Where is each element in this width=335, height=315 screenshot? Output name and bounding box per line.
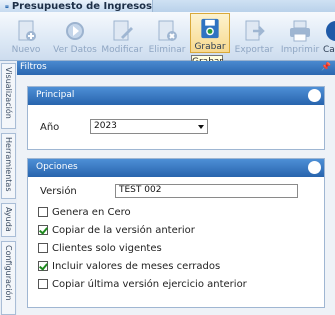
version-input[interactable]: TEST 002 [115, 184, 298, 198]
view-data-icon [66, 22, 84, 40]
filters-content: Principal Año 2023 Opciones Versión TEST… [17, 75, 335, 315]
principal-header[interactable]: Principal [28, 87, 324, 105]
tab-visualizacion[interactable]: Visualización [1, 63, 16, 129]
opciones-header[interactable]: Opciones [28, 159, 324, 177]
new-document-icon [18, 20, 36, 41]
delete-button[interactable]: Eliminar [147, 12, 187, 60]
tab-herramientas[interactable]: Herramientas [1, 133, 16, 199]
filters-title: Filtros [20, 62, 47, 72]
principal-title: Principal [36, 90, 75, 100]
checkbox[interactable] [38, 243, 48, 253]
view-data-button[interactable]: Ver Datos [52, 12, 98, 60]
title-bar: Presupuesto de Ingresos [0, 0, 335, 12]
new-button[interactable]: Nuevo [4, 12, 48, 60]
delete-icon [158, 20, 177, 41]
toolbar: Nuevo Ver Datos Modificar Eliminar Graba… [0, 12, 335, 61]
checkbox-clientes-vigentes[interactable]: Clientes solo vigentes [38, 241, 162, 255]
chevron-down-icon [198, 125, 204, 129]
year-select[interactable]: 2023 [90, 119, 208, 134]
print-button[interactable]: Imprimir [279, 12, 321, 60]
opciones-title: Opciones [36, 162, 78, 172]
window-tab[interactable]: Presupuesto de Ingresos [0, 0, 153, 12]
checkbox-incluir-cerrados[interactable]: Incluir valores de meses cerrados [38, 259, 220, 273]
year-value: 2023 [94, 121, 117, 131]
year-label: Año [40, 122, 60, 133]
checkbox-copiar-ultima[interactable]: Copiar última versión ejercicio anterior [38, 277, 247, 291]
cancel-button[interactable]: Ca [323, 12, 335, 60]
edit-icon [113, 20, 133, 41]
tab-ayuda[interactable]: Ayuda [1, 203, 16, 237]
modify-button[interactable]: Modificar [101, 12, 143, 60]
save-icon [201, 18, 219, 39]
checkbox-genera-cero[interactable]: Genera en Cero [38, 205, 131, 219]
principal-panel: Principal Año 2023 [27, 86, 325, 150]
checkbox[interactable] [38, 279, 48, 289]
cancel-icon [326, 21, 335, 41]
print-icon [290, 20, 310, 42]
save-button[interactable]: Grabar [190, 13, 230, 53]
pin-icon[interactable]: 📌 [321, 62, 331, 71]
collapse-icon[interactable] [308, 161, 321, 174]
checkbox[interactable] [38, 261, 48, 271]
version-label: Versión [40, 186, 77, 197]
checkbox[interactable] [38, 207, 48, 217]
window-title: Presupuesto de Ingresos [11, 0, 152, 12]
export-icon [245, 20, 265, 41]
export-button[interactable]: Exportar [233, 12, 275, 60]
app-icon [5, 4, 9, 8]
tab-configuracion[interactable]: Configuración [1, 241, 16, 315]
filters-header: Filtros 📌 [17, 61, 335, 75]
opciones-panel: Opciones Versión TEST 002 Genera en Cero… [27, 158, 325, 308]
checkbox[interactable] [38, 225, 48, 235]
collapse-icon[interactable] [308, 89, 321, 102]
side-tabs-strip: Visualización Herramientas Ayuda Configu… [0, 61, 18, 315]
checkbox-copiar-version[interactable]: Copiar de la versión anterior [38, 223, 195, 237]
